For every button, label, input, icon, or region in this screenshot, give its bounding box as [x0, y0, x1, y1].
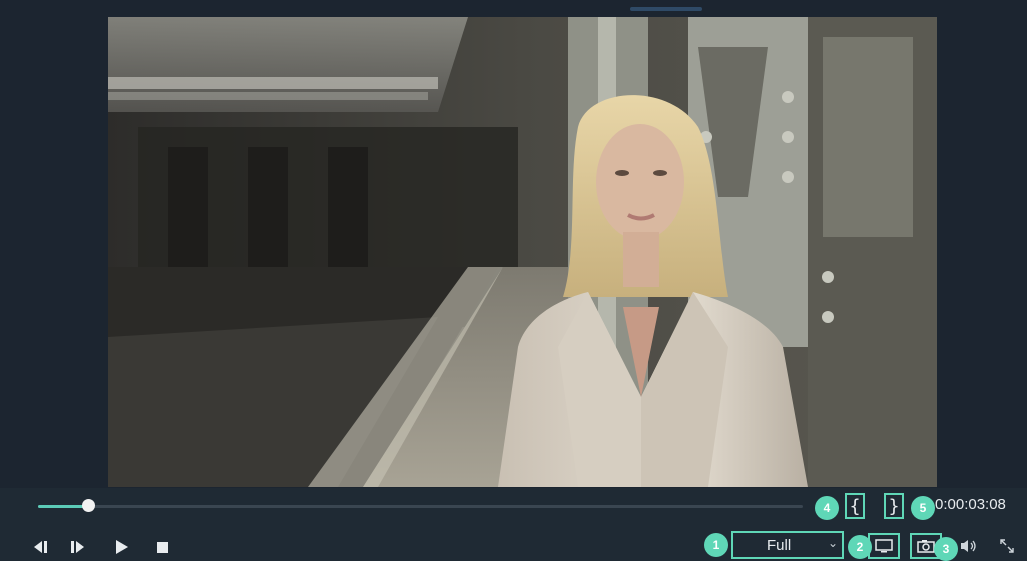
play-icon	[116, 540, 128, 554]
next-frame-button[interactable]	[66, 537, 88, 557]
top-indicator	[630, 7, 702, 11]
preview-area	[0, 0, 1027, 488]
mark-in-button[interactable]: {	[845, 493, 865, 519]
prev-frame-icon	[34, 541, 47, 553]
monitor-icon	[875, 539, 893, 553]
quality-select-value: Full	[767, 536, 792, 554]
mark-out-button[interactable]: }	[884, 493, 904, 519]
prev-frame-button[interactable]	[30, 537, 52, 557]
timeline-track[interactable]	[38, 505, 803, 508]
video-frame[interactable]	[108, 17, 937, 487]
display-button[interactable]	[868, 533, 900, 559]
next-frame-icon	[71, 541, 84, 553]
playhead-handle[interactable]	[82, 499, 95, 512]
timecode-display: 0:00:03:08	[935, 496, 1006, 513]
quality-select[interactable]: Full ⌄	[731, 531, 844, 559]
timeline-progress	[38, 505, 88, 508]
stop-button[interactable]	[152, 537, 172, 557]
volume-button[interactable]	[958, 536, 980, 556]
video-player-app: 4 { } 5 0:00:03:08 1 Full ⌄ 2 3	[0, 0, 1027, 561]
chevron-down-icon: ⌄	[827, 536, 838, 550]
fullscreen-icon	[1000, 539, 1014, 553]
play-button[interactable]	[112, 537, 132, 557]
volume-icon	[961, 540, 976, 552]
fullscreen-button[interactable]	[996, 536, 1018, 556]
annotation-marker-5: 5	[911, 496, 935, 520]
annotation-marker-3: 3	[934, 537, 958, 561]
annotation-marker-4: 4	[815, 496, 839, 520]
camera-icon	[917, 540, 935, 553]
video-still	[108, 17, 937, 487]
stop-icon	[156, 541, 168, 553]
annotation-marker-1: 1	[704, 533, 728, 557]
